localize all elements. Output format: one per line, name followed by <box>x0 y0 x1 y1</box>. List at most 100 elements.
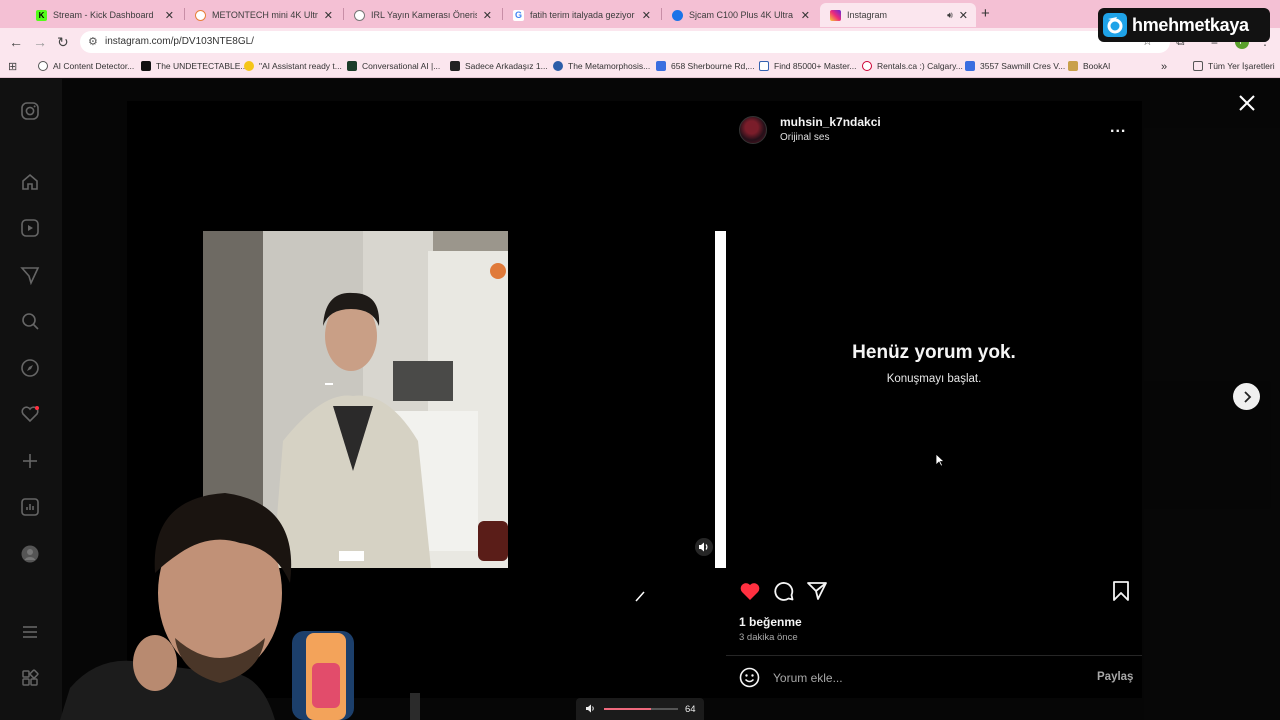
close-tab-icon[interactable]: ✕ <box>165 9 174 22</box>
like-heart-icon[interactable] <box>739 580 761 602</box>
author-avatar[interactable] <box>739 116 767 144</box>
webcam-image <box>60 493 420 720</box>
bookmark-favicon-icon <box>553 61 563 71</box>
bookmark-favicon-icon <box>656 61 666 71</box>
instagram-icon <box>830 9 841 21</box>
kick-icon: K <box>36 9 47 21</box>
post-comment-button[interactable]: Paylaş <box>1097 671 1133 683</box>
all-bookmarks[interactable]: Tüm Yer İşaretleri <box>1193 61 1275 71</box>
also-from-meta-icon[interactable] <box>20 668 40 688</box>
bookmark-item[interactable]: The Metamorphosis... <box>553 61 650 71</box>
volume-speaker-icon <box>586 704 594 713</box>
no-comments-title: Henüz yorum yok. <box>852 342 1016 363</box>
tab-title: Instagram <box>847 10 888 20</box>
bookmark-item[interactable]: Conversational AI |... <box>347 61 440 71</box>
create-plus-icon[interactable] <box>20 451 40 471</box>
bookmark-item[interactable]: The UNDETECTABLE... <box>141 61 247 71</box>
tab-instagram[interactable]: Instagram 🔊︎ ✕ <box>820 3 976 27</box>
close-icon[interactable] <box>1238 94 1256 112</box>
tab-irl-kamera[interactable]: IRL Yayın Kamerası Önerisi ✕ <box>344 3 500 27</box>
bookmark-label: Sadece Arkadaşız 1... <box>465 61 548 71</box>
bookmark-favicon-icon <box>347 61 357 71</box>
notifications-heart-icon[interactable] <box>20 404 40 424</box>
likes-count[interactable]: 1 beğenme <box>739 615 802 629</box>
bookmark-label: 3557 Sawmill Cres V... <box>980 61 1066 71</box>
more-menu-icon[interactable] <box>20 622 40 642</box>
audio-label[interactable]: Orijinal ses <box>780 132 829 143</box>
bookmark-favicon-icon <box>141 61 151 71</box>
bookmark-item[interactable]: AI Content Detector... <box>38 61 134 71</box>
video-edge <box>715 231 726 568</box>
panel-divider <box>726 655 1142 656</box>
messages-icon[interactable] <box>20 265 40 285</box>
bookmark-favicon-icon <box>862 61 872 71</box>
volume-value: 64 <box>685 704 696 715</box>
tab-google-search[interactable]: G fatih terim italyada geziyor - Go ✕ <box>503 3 659 27</box>
bookmark-label: The UNDETECTABLE... <box>156 61 248 71</box>
profile-avatar-icon[interactable] <box>20 544 40 564</box>
close-tab-icon[interactable]: ✕ <box>801 9 810 22</box>
emoji-icon[interactable] <box>739 667 760 688</box>
post-details-panel <box>726 101 1142 698</box>
unmute-speaker-icon[interactable] <box>695 538 713 556</box>
metontech-icon <box>195 9 206 21</box>
comment-icon[interactable] <box>773 580 795 602</box>
bookmark-label: 658 Sherbourne Rd,... <box>671 61 755 71</box>
bookmark-favicon-icon <box>759 61 769 71</box>
new-tab-button[interactable]: + <box>981 5 990 22</box>
bookmark-item[interactable]: Rentals.ca :) Calgary... <box>862 61 963 71</box>
bookmark-item[interactable]: 3557 Sawmill Cres V... <box>965 61 1065 71</box>
post-timestamp[interactable]: 3 dakika önce <box>739 632 798 643</box>
save-bookmark-icon[interactable] <box>1110 580 1132 602</box>
bookmarks-bar: ⊞ AI Content Detector... The UNDETECTABL… <box>0 56 1280 78</box>
bookmark-favicon-icon <box>965 61 975 71</box>
chat-icon <box>354 9 365 21</box>
more-options-button[interactable]: ... <box>1110 119 1126 137</box>
home-icon[interactable] <box>20 172 40 192</box>
close-tab-icon[interactable]: ✕ <box>642 9 651 22</box>
share-icon[interactable] <box>806 580 828 602</box>
reload-icon[interactable]: ↻ <box>57 34 69 51</box>
forward-icon[interactable]: → <box>33 34 47 50</box>
comment-input[interactable] <box>773 669 1073 687</box>
tab-title: Sjcam C100 Plus 4K Ultra HD A <box>689 10 795 20</box>
browser-tab-strip: K Stream - Kick Dashboard ✕ METONTECH mi… <box>0 0 1280 28</box>
apps-grid-icon[interactable]: ⊞ <box>8 60 17 73</box>
close-tab-icon[interactable]: ✕ <box>959 9 968 22</box>
address-bar[interactable]: ⚙ instagram.com/p/DV103NTE8GL/ <box>80 31 1170 53</box>
speaker-icon[interactable]: 🔊︎ <box>947 10 953 21</box>
tab-metontech[interactable]: METONTECH mini 4K Ultra HD ✕ <box>185 3 341 27</box>
sjcam-icon <box>672 9 683 21</box>
bookmark-label: Tüm Yer İşaretleri <box>1208 61 1275 71</box>
bookmark-item[interactable]: Find 85000+ Master... <box>759 61 856 71</box>
volume-slider[interactable] <box>604 708 678 710</box>
instagram-logo-icon[interactable] <box>20 101 40 121</box>
close-tab-icon[interactable]: ✕ <box>324 9 333 22</box>
dashboard-icon[interactable] <box>20 497 40 517</box>
bookmark-item[interactable]: "AI Assistant ready t... <box>244 61 342 71</box>
url-text: instagram.com/p/DV103NTE8GL/ <box>105 36 254 47</box>
volume-slider-fill <box>604 708 652 710</box>
bookmarks-overflow[interactable]: » <box>1161 61 1167 73</box>
author-username[interactable]: muhsin_k7ndakci <box>780 115 881 129</box>
back-icon[interactable]: ← <box>9 34 23 50</box>
next-post-button[interactable] <box>1233 383 1260 410</box>
tab-sjcam[interactable]: Sjcam C100 Plus 4K Ultra HD A ✕ <box>662 3 818 27</box>
reels-icon[interactable] <box>20 218 40 238</box>
folder-icon <box>1193 61 1203 71</box>
explore-icon[interactable] <box>20 358 40 378</box>
close-tab-icon[interactable]: ✕ <box>483 9 492 22</box>
bookmark-favicon-icon <box>1068 61 1078 71</box>
bookmark-favicon-icon <box>38 61 48 71</box>
tab-kick-dashboard[interactable]: K Stream - Kick Dashboard ✕ <box>26 3 182 27</box>
bookmark-label: AI Content Detector... <box>53 61 135 71</box>
search-icon[interactable] <box>20 311 40 331</box>
site-info-icon[interactable]: ⚙ <box>88 35 98 48</box>
bookmark-label: Conversational AI |... <box>362 61 441 71</box>
bookmark-item[interactable]: BookAI <box>1068 61 1110 71</box>
pen-cursor-icon <box>635 591 645 602</box>
bookmark-item[interactable]: 658 Sherbourne Rd,... <box>656 61 755 71</box>
browser-toolbar: ← → ↻ ⚙ instagram.com/p/DV103NTE8GL/ ☆ ⧉… <box>0 28 1280 56</box>
bookmark-item[interactable]: Sadece Arkadaşız 1... <box>450 61 548 71</box>
no-comments-subtitle: Konuşmayı başlat. <box>886 373 982 385</box>
